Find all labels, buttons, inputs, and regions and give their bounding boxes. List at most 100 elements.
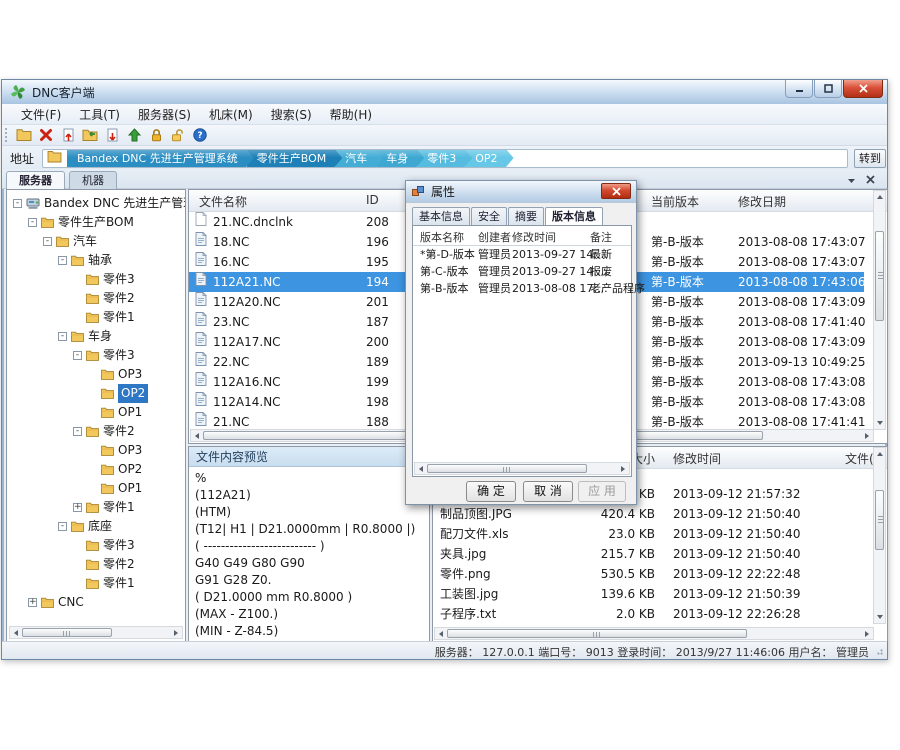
col-id[interactable]: ID — [366, 193, 379, 207]
dialog-tab-安全[interactable]: 安全 — [471, 207, 507, 225]
tree-item[interactable]: -零件3 — [7, 346, 185, 365]
tree-item[interactable]: -Bandex DNC 先进生产管理系统 — [7, 194, 185, 213]
menu-item[interactable]: 文件(F) — [12, 104, 70, 124]
col-creator[interactable]: 创建者 — [478, 229, 511, 245]
title-bar[interactable]: DNC客户端 — [2, 80, 887, 104]
maximize-button[interactable] — [814, 80, 842, 98]
tree-item[interactable]: 零件1 — [7, 308, 185, 327]
expand-toggle-icon[interactable]: - — [28, 218, 37, 227]
receive-folder-icon[interactable] — [80, 126, 100, 144]
breadcrumb-segment[interactable]: OP2 — [465, 149, 513, 168]
tree-item[interactable]: -汽车 — [7, 232, 185, 251]
expand-toggle-icon[interactable]: + — [73, 503, 82, 512]
version-row[interactable]: 第-B-版本管理员2013-08-08 17:...老产品程序 — [413, 280, 631, 297]
toolbar-gripper[interactable] — [5, 128, 10, 142]
checkout-file-icon[interactable] — [102, 126, 122, 144]
file-date: 2013-08-08 17:43:06 — [738, 272, 865, 292]
chevron-down-icon[interactable] — [847, 173, 856, 187]
tree-item[interactable]: 零件2 — [7, 289, 185, 308]
close-panel-icon[interactable] — [866, 173, 875, 187]
lock-icon[interactable] — [146, 126, 166, 144]
tree-item[interactable]: OP1 — [7, 479, 185, 498]
breadcrumb-segment[interactable]: 零件生产BOM — [247, 149, 343, 168]
dialog-tab-摘要[interactable]: 摘要 — [508, 207, 544, 225]
menu-item[interactable]: 搜索(S) — [262, 104, 321, 124]
expand-toggle-icon[interactable]: - — [73, 427, 82, 436]
dialog-tab-基本信息[interactable]: 基本信息 — [412, 207, 470, 225]
preview-line: (MAX - Z100.) — [195, 606, 429, 623]
ok-button[interactable]: 确 定 — [466, 481, 516, 502]
close-button[interactable] — [843, 80, 883, 98]
attachment-row[interactable]: 夹具.jpg215.7 KB2013-09-12 21:50:40 — [433, 544, 873, 564]
menu-item[interactable]: 工具(T) — [70, 104, 129, 124]
expand-toggle-icon[interactable]: + — [28, 598, 37, 607]
col-modified-time[interactable]: 修改时间 — [673, 450, 721, 467]
file-date: 2013-08-08 17:43:09 — [738, 292, 865, 312]
tree-item[interactable]: OP3 — [7, 365, 185, 384]
attachment-name: 工装图.jpg — [440, 584, 498, 604]
resize-grip[interactable] — [876, 648, 884, 656]
tree-item[interactable]: +零件1 — [7, 498, 185, 517]
breadcrumb-segment[interactable]: Bandex DNC 先进生产管理系统 — [67, 149, 254, 168]
checkin-file-icon[interactable] — [58, 126, 78, 144]
tree-item[interactable]: OP1 — [7, 403, 185, 422]
expand-toggle-icon[interactable]: - — [58, 522, 67, 531]
attachment-row[interactable]: 子程序.txt2.0 KB2013-09-12 22:26:28 — [433, 604, 873, 624]
dialog-tab-版本信息[interactable]: 版本信息 — [545, 207, 603, 225]
col-modified-date[interactable]: 修改日期 — [738, 193, 786, 210]
menu-item[interactable]: 服务器(S) — [129, 104, 200, 124]
tree-item[interactable]: -零件生产BOM — [7, 213, 185, 232]
attachment-row[interactable]: 零件.png530.5 KB2013-09-12 22:22:48 — [433, 564, 873, 584]
breadcrumb-segment[interactable]: 车身 — [376, 149, 424, 168]
new-folder-icon[interactable] — [14, 126, 34, 144]
dialog-title-bar[interactable]: 属性 — [406, 181, 636, 203]
upload-icon[interactable] — [124, 126, 144, 144]
unlock-icon[interactable] — [168, 126, 188, 144]
tree-item[interactable]: 零件2 — [7, 555, 185, 574]
menu-item[interactable]: 帮助(H) — [321, 104, 381, 124]
attachment-horizontal-scrollbar[interactable] — [434, 627, 874, 640]
expand-toggle-icon[interactable]: - — [43, 237, 52, 246]
panel-tab-服务器[interactable]: 服务器 — [6, 171, 65, 189]
dialog-horizontal-scrollbar[interactable] — [414, 462, 630, 475]
col-modify-time[interactable]: 修改时间 — [512, 229, 556, 245]
attachment-row[interactable]: 制品顶图.JPG420.4 KB2013-09-12 21:50:40 — [433, 504, 873, 524]
tree-item[interactable]: -轴承 — [7, 251, 185, 270]
tree-horizontal-scrollbar[interactable] — [9, 626, 183, 639]
tree-item[interactable]: OP2 — [7, 460, 185, 479]
breadcrumb-segment[interactable]: 零件3 — [417, 149, 472, 168]
col-current-version[interactable]: 当前版本 — [651, 193, 699, 210]
attachment-row[interactable]: 工装图.jpg139.6 KB2013-09-12 21:50:39 — [433, 584, 873, 604]
tree-item[interactable]: -车身 — [7, 327, 185, 346]
tree-item[interactable]: 零件1 — [7, 574, 185, 593]
cancel-button[interactable]: 取 消 — [523, 481, 573, 502]
breadcrumb[interactable]: Bandex DNC 先进生产管理系统零件生产BOM汽车车身零件3OP2 — [42, 149, 848, 168]
tree-item[interactable]: OP2 — [7, 384, 185, 403]
dialog-close-button[interactable] — [601, 183, 631, 199]
col-note[interactable]: 备注 — [590, 229, 612, 245]
breadcrumb-segment[interactable]: 汽车 — [335, 149, 383, 168]
minimize-button[interactable] — [785, 80, 813, 98]
expand-toggle-icon[interactable]: - — [73, 351, 82, 360]
version-row[interactable]: *第-D-版本管理员2013-09-27 14:...最新 — [413, 246, 631, 263]
version-row[interactable]: 第-C-版本管理员2013-09-27 14:...报废 — [413, 263, 631, 280]
expand-toggle-icon[interactable]: - — [58, 332, 67, 341]
col-file-name[interactable]: 文件名称 — [199, 193, 247, 210]
tree-item[interactable]: -底座 — [7, 517, 185, 536]
file-list-vertical-scrollbar[interactable] — [873, 190, 886, 430]
menu-item[interactable]: 机床(M) — [200, 104, 262, 124]
delete-icon[interactable] — [36, 126, 56, 144]
expand-toggle-icon[interactable]: - — [58, 256, 67, 265]
attachment-vertical-scrollbar[interactable] — [873, 447, 886, 624]
go-button[interactable]: 转到 — [854, 149, 886, 168]
tree-item[interactable]: 零件3 — [7, 270, 185, 289]
panel-tab-机器[interactable]: 机器 — [69, 171, 117, 189]
tree-item[interactable]: -零件2 — [7, 422, 185, 441]
tree-item[interactable]: 零件3 — [7, 536, 185, 555]
help-icon[interactable]: ? — [190, 126, 210, 144]
col-version-name[interactable]: 版本名称 — [420, 229, 464, 245]
expand-toggle-icon[interactable]: - — [13, 199, 22, 208]
tree-item[interactable]: OP3 — [7, 441, 185, 460]
tree-item[interactable]: +CNC — [7, 593, 185, 612]
attachment-row[interactable]: 配刀文件.xls23.0 KB2013-09-12 21:50:40 — [433, 524, 873, 544]
